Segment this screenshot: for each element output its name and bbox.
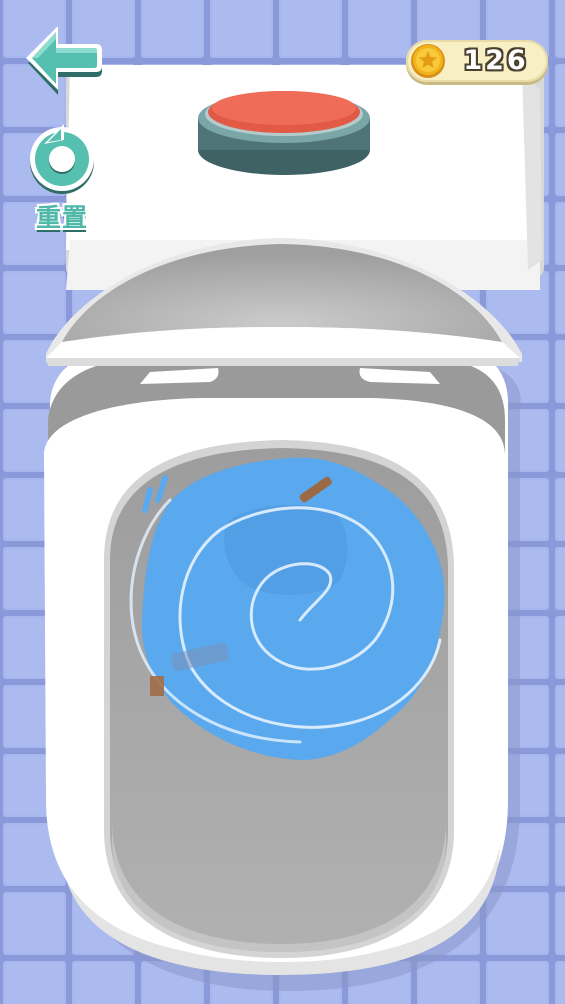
toilet-bowl [104, 440, 454, 958]
dirt-piece [150, 676, 164, 696]
coin-count: 126 [463, 45, 529, 76]
flush-button[interactable] [198, 91, 370, 175]
back-arrow-icon [26, 26, 102, 95]
reset-icon [30, 124, 94, 194]
game-screen: 重置 126 [0, 0, 565, 1004]
coin-counter: 126 [406, 40, 548, 82]
back-button[interactable] [22, 22, 104, 98]
star-coin-icon [411, 44, 445, 78]
reset-button[interactable]: 重置 [22, 118, 102, 236]
reset-label: 重置 [35, 203, 88, 232]
